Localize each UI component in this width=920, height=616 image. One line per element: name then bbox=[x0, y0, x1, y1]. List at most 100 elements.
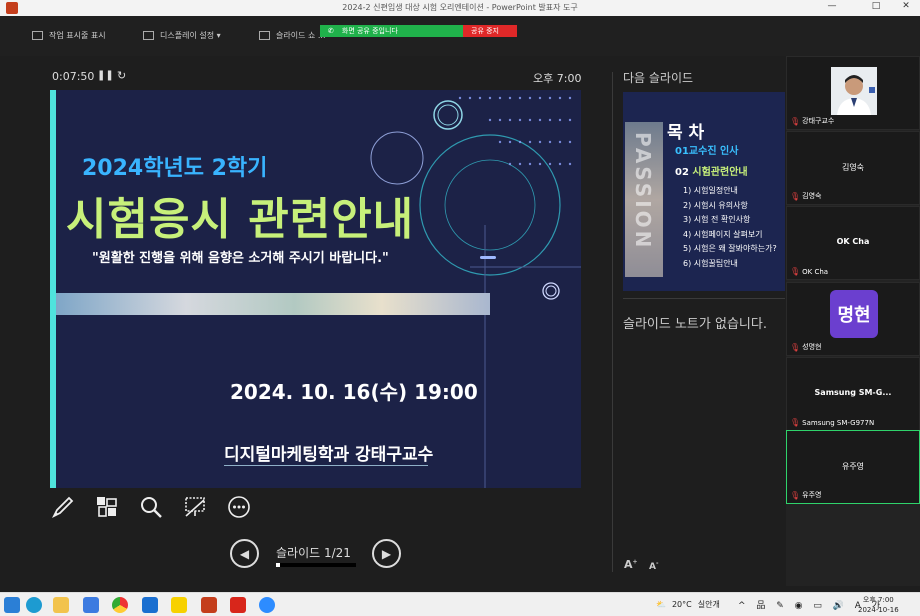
store-icon[interactable] bbox=[83, 597, 99, 613]
participant-display-name: Samsung SM-G... bbox=[814, 388, 892, 397]
edge-icon[interactable] bbox=[26, 597, 42, 613]
pause-icon[interactable]: ❚❚ bbox=[97, 70, 114, 81]
toc-subitem: 1) 시험일정안내 bbox=[683, 186, 738, 195]
toc-item-1-num: 01 bbox=[675, 146, 689, 157]
toc-item-2: 02 시험관련안내 bbox=[675, 163, 748, 178]
toc-sublist: 1) 시험일정안내 2) 시험시 유의사항 3) 시험 전 확인사항 4) 시험… bbox=[683, 184, 777, 271]
increase-font-button[interactable]: A+ bbox=[624, 558, 638, 571]
pen-icon[interactable] bbox=[50, 494, 76, 520]
elapsed-timer: 0:07:50 bbox=[52, 70, 95, 83]
powerpoint-taskbar-icon[interactable] bbox=[201, 597, 217, 613]
weather-widget[interactable]: ⛅ 20°C 실안개 bbox=[656, 599, 720, 610]
author-underline bbox=[224, 465, 428, 466]
chevron-right-icon: ▶ bbox=[381, 546, 392, 561]
reset-icon[interactable]: ↻ bbox=[117, 69, 126, 82]
passion-watermark: PASSION bbox=[631, 132, 655, 251]
participant-name: Samsung SM-G977N bbox=[802, 418, 875, 427]
previous-slide-button[interactable]: ◀ bbox=[230, 539, 259, 568]
pane-divider[interactable] bbox=[612, 72, 613, 572]
taskbar-icon bbox=[32, 31, 43, 40]
slide-semester: 2024학년도 2학기 bbox=[82, 156, 268, 181]
display-settings-label: 디스플레이 설정 ▾ bbox=[160, 31, 221, 40]
toc-item-2-num: 02 bbox=[675, 167, 689, 178]
file-explorer-icon[interactable] bbox=[53, 597, 69, 613]
weather-condition: 실안개 bbox=[697, 600, 720, 609]
phone-icon: ✆ bbox=[328, 27, 334, 35]
next-slide-label: 다음 슬라이드 bbox=[623, 71, 694, 85]
close-button[interactable]: ✕ bbox=[896, 1, 916, 11]
participant-footer: 🎙 Samsung SM-G977N bbox=[790, 418, 874, 427]
maximize-button[interactable]: □ bbox=[866, 1, 886, 11]
slide-author: 디지털마케팅학과 강태구교수 bbox=[224, 445, 434, 465]
participants-panel: 🎙 강태구교수 김영숙 🎙 김영숙 OK Cha 🎙 OK Cha 명현 🎙 성명현 S… bbox=[786, 56, 920, 586]
stop-share-button[interactable]: 공유 중지 bbox=[463, 25, 517, 37]
participant-footer: 🎙 김영숙 bbox=[790, 191, 821, 201]
more-options-icon[interactable] bbox=[226, 494, 252, 520]
participant-footer: 🎙 유주영 bbox=[790, 490, 821, 500]
muted-mic-icon: 🎙 bbox=[790, 418, 801, 427]
slide-title: 시험응시 관련안내 bbox=[66, 194, 415, 245]
decrease-font-label: A bbox=[649, 562, 656, 572]
share-status-text: 화면 공유 중입니다 bbox=[341, 27, 398, 35]
next-slide-button[interactable]: ▶ bbox=[372, 539, 401, 568]
slideshow-label: 슬라이드 쇼 ... bbox=[276, 31, 326, 40]
toc-subitem: 2) 시험시 유의사항 bbox=[683, 200, 748, 210]
participant-avatar: 명현 bbox=[830, 290, 878, 338]
screen-share-banner: ✆ 화면 공유 중입니다 공유 중지 bbox=[320, 25, 517, 37]
toc-item-1-label: 교수진 인사 bbox=[688, 146, 739, 157]
slide-date: 2024. 10. 16(수) 19:00 bbox=[230, 380, 478, 404]
participant-name: 김영숙 bbox=[802, 192, 822, 200]
title-bar: 2024-2 신편입생 대상 시험 오리엔테이션 - PowerPoint 발표… bbox=[0, 0, 920, 16]
participant-tile[interactable]: OK Cha 🎙 OK Cha bbox=[786, 206, 920, 280]
zoom-icon[interactable] bbox=[138, 494, 164, 520]
participant-footer: 🎙 성명현 bbox=[790, 342, 821, 352]
start-icon[interactable] bbox=[4, 597, 20, 613]
participant-tile[interactable]: 김영숙 🎙 김영숙 bbox=[786, 131, 920, 205]
participant-tile-active[interactable]: 유주영 🎙 유주영 bbox=[786, 430, 920, 504]
muted-mic-icon: 🎙 bbox=[790, 490, 801, 500]
slide-quote: "원활한 진행을 위해 음향은 소거해 주시기 바랍니다." bbox=[92, 251, 389, 266]
participant-display-name: 김영숙 bbox=[841, 163, 865, 172]
slide-accent-bar bbox=[50, 90, 56, 488]
window-title: 2024-2 신편입생 대상 시험 오리엔테이션 - PowerPoint 발표… bbox=[342, 3, 578, 12]
slide-counter[interactable]: 슬라이드 1/21 bbox=[276, 544, 351, 561]
toc-title: 목 차 bbox=[667, 123, 705, 143]
increase-font-label: A bbox=[624, 558, 633, 571]
see-all-slides-icon[interactable] bbox=[94, 494, 120, 520]
zoom-app-icon[interactable] bbox=[259, 597, 275, 613]
muted-mic-icon: 🎙 bbox=[790, 342, 801, 352]
display-settings-button[interactable]: 디스플레이 설정 ▾ bbox=[143, 30, 221, 41]
slide-progress-fill bbox=[276, 563, 280, 567]
participant-tile[interactable]: Samsung SM-G... 🎙 Samsung SM-G977N bbox=[786, 357, 920, 431]
share-status: ✆ 화면 공유 중입니다 bbox=[320, 25, 463, 37]
participant-footer: 🎙 OK Cha bbox=[790, 267, 828, 276]
muted-mic-icon: 🎙 bbox=[790, 116, 801, 126]
toc-item-1: 01교수진 인사 bbox=[675, 142, 738, 157]
toc-item-2-label: 시험관련안내 bbox=[692, 167, 748, 178]
notes-separator[interactable] bbox=[623, 298, 785, 299]
black-screen-icon[interactable] bbox=[182, 494, 208, 520]
minimize-button[interactable]: — bbox=[822, 1, 842, 11]
windows-taskbar: ⛅ 20°C 실안개 ^ 品 ✎ ◉ ▭ 🔊 A 가 오후 7:00 2024-… bbox=[0, 592, 920, 616]
stop-share-label: 공유 중지 bbox=[471, 27, 499, 35]
passion-image: PASSION bbox=[625, 122, 663, 277]
mail-icon[interactable] bbox=[142, 597, 158, 613]
decrease-font-button[interactable]: A- bbox=[649, 560, 658, 572]
taskbar-clock[interactable]: 오후 7:00 2024-10-16 bbox=[858, 595, 899, 615]
participant-tile[interactable]: 명현 🎙 성명현 bbox=[786, 282, 920, 356]
show-taskbar-button[interactable]: 작업 표시줄 표시 bbox=[32, 30, 106, 41]
slideshow-icon bbox=[259, 31, 270, 40]
slideshow-button[interactable]: 슬라이드 쇼 ... bbox=[259, 30, 326, 41]
acrobat-icon[interactable] bbox=[230, 597, 246, 613]
muted-mic-icon: 🎙 bbox=[790, 267, 801, 276]
participant-tile[interactable]: 🎙 강태구교수 bbox=[786, 56, 920, 130]
current-time: 오후 7:00 bbox=[533, 72, 582, 85]
chrome-icon[interactable] bbox=[112, 597, 128, 613]
participant-name: 성명현 bbox=[802, 343, 822, 351]
speaker-notes[interactable]: 슬라이드 노트가 없습니다. bbox=[623, 313, 767, 332]
weather-icon: ⛅ bbox=[656, 600, 666, 609]
kakaotalk-icon[interactable] bbox=[171, 597, 187, 613]
next-slide-preview[interactable]: PASSION 목 차 01교수진 인사 02 시험관련안내 1) 시험일정안내… bbox=[623, 92, 785, 291]
toc-subitem: 3) 시험 전 확인사항 bbox=[683, 215, 751, 224]
participant-footer: 🎙 강태구교수 bbox=[790, 116, 834, 126]
